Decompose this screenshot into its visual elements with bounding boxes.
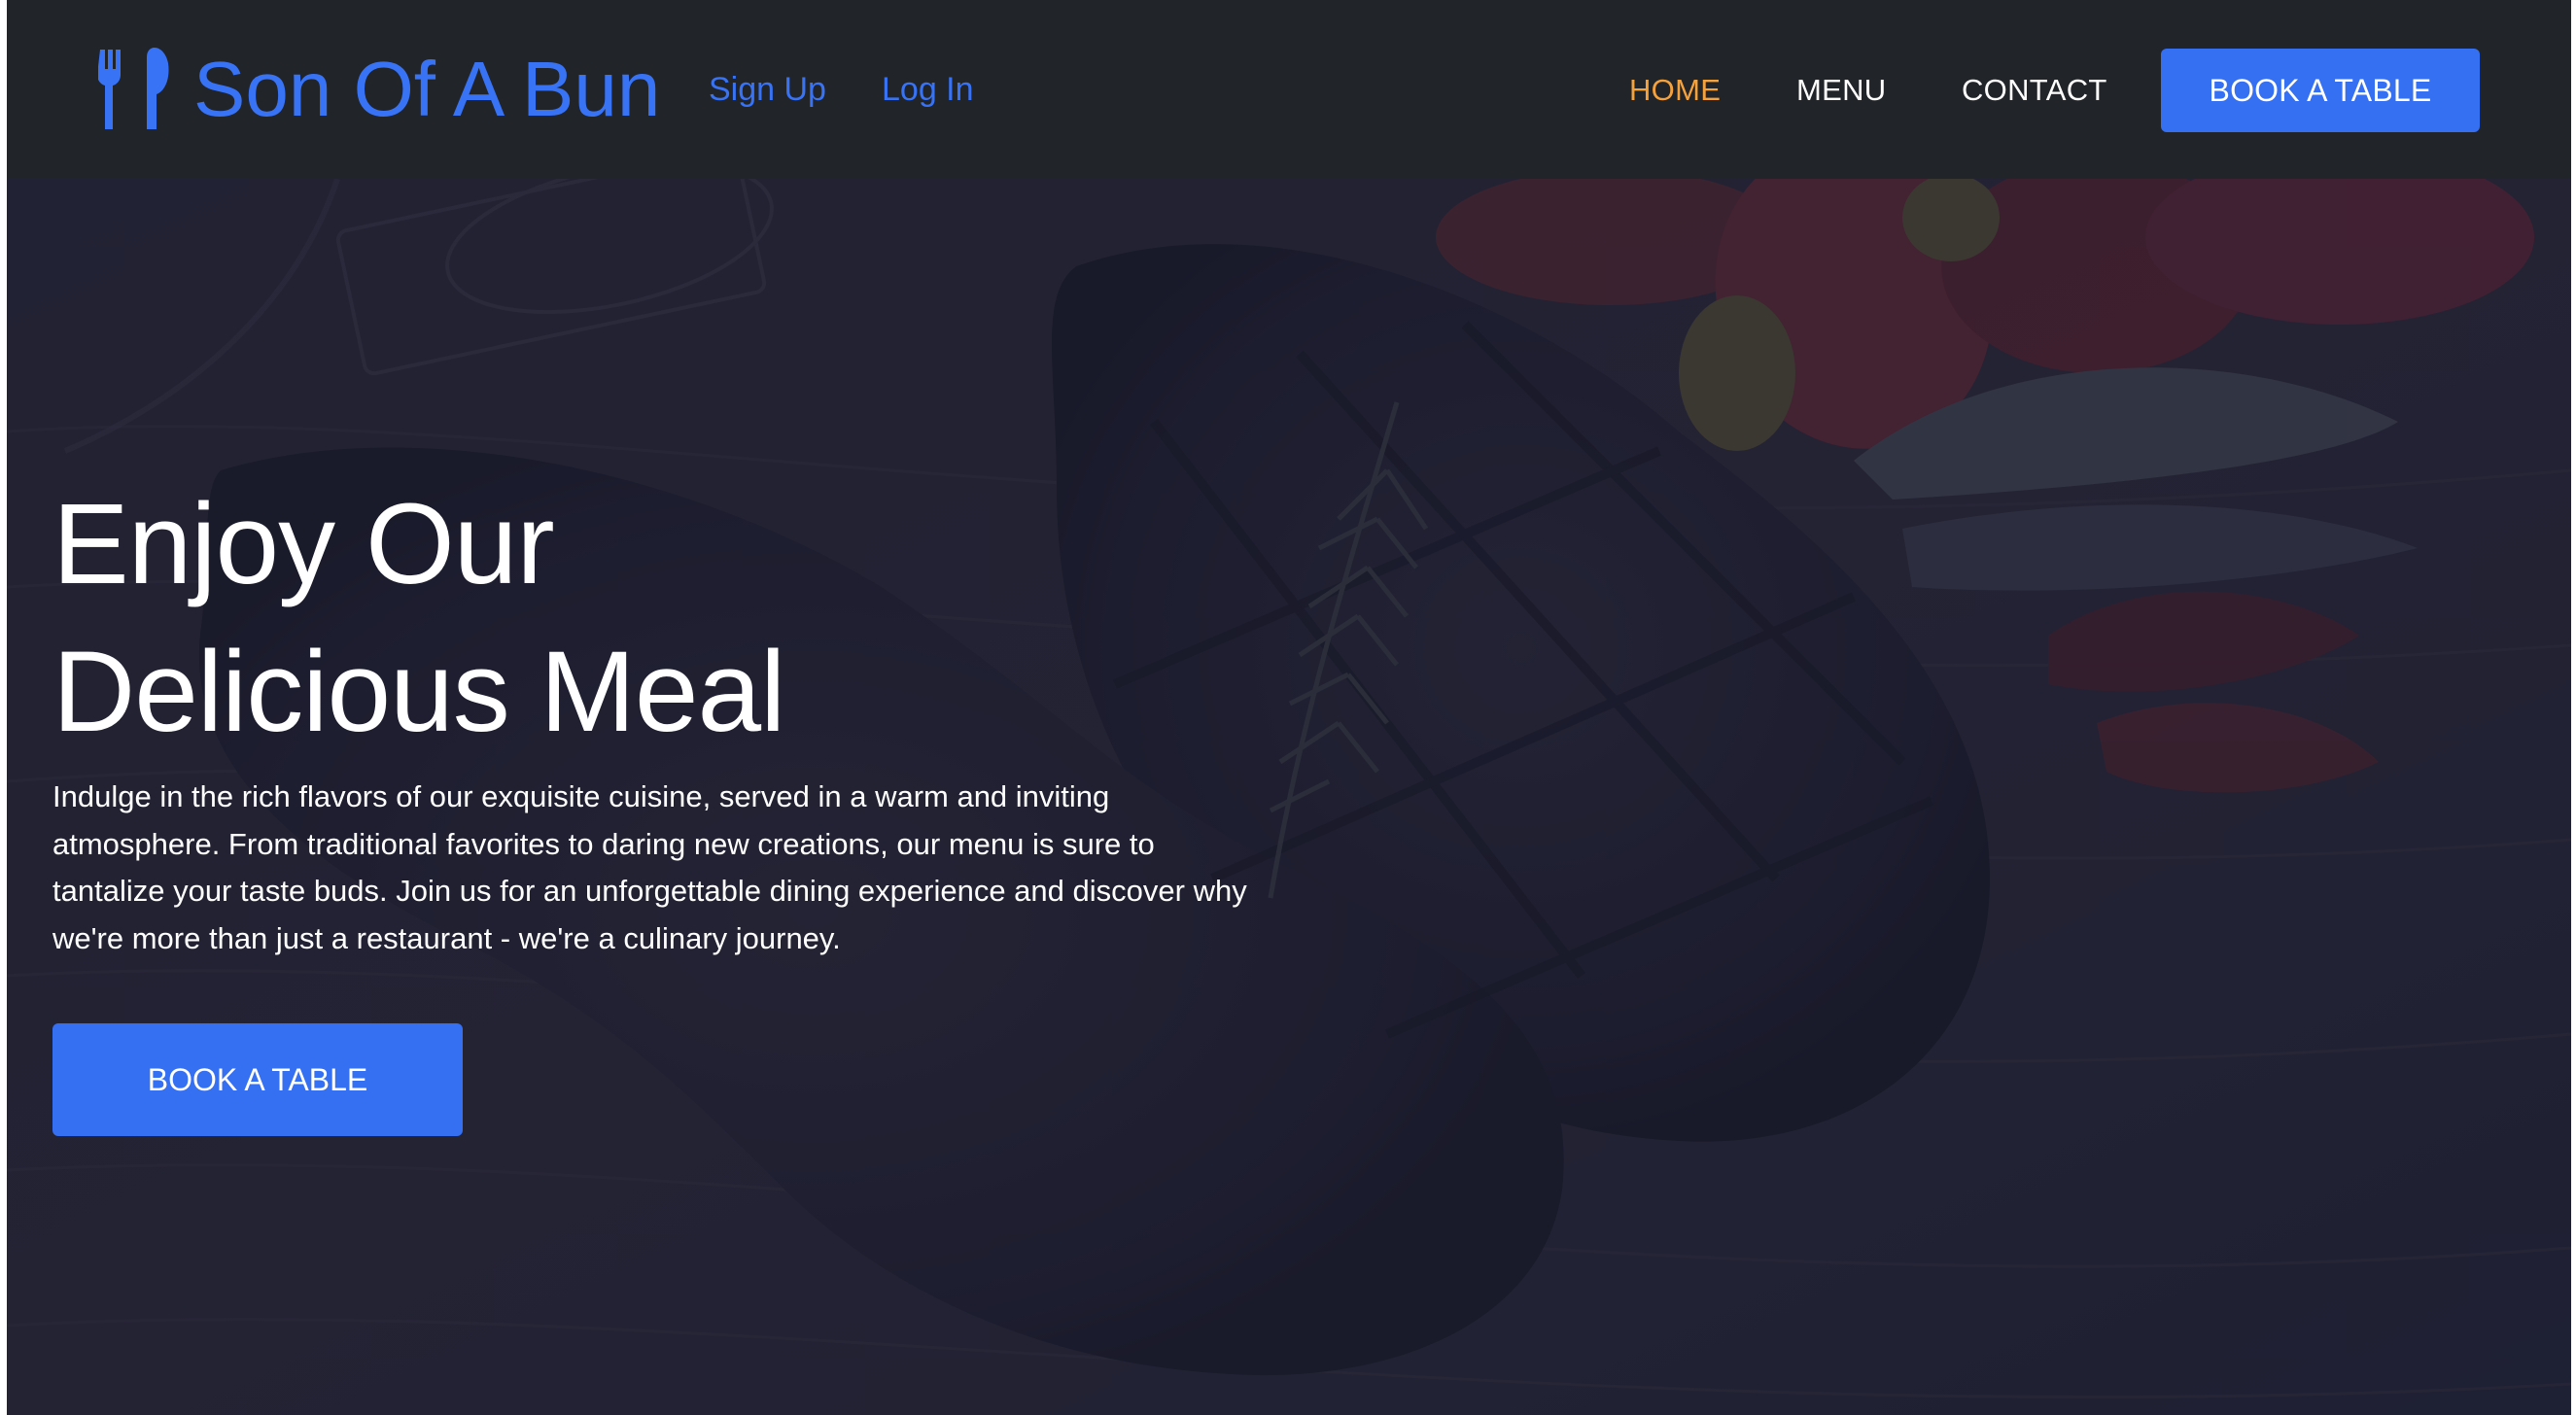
hero-title-line-2: Delicious Meal: [52, 628, 785, 756]
nav-home-link[interactable]: HOME: [1629, 70, 1721, 111]
hero-book-table-button[interactable]: BOOK A TABLE: [52, 1023, 463, 1136]
nav-menu-link[interactable]: MENU: [1796, 70, 1886, 111]
hero-description: Indulge in the rich flavors of our exqui…: [52, 779, 1247, 955]
sign-up-link[interactable]: Sign Up: [709, 68, 826, 111]
navbar: Son Of A Bun Sign Up Log In HOME MENU CO…: [7, 0, 2571, 179]
log-in-link[interactable]: Log In: [882, 68, 974, 111]
utensils-icon: [98, 48, 169, 129]
brand-name: Son Of A Bun: [193, 46, 661, 132]
hero-title-line-1: Enjoy Our: [52, 480, 555, 608]
nav-contact-link[interactable]: CONTACT: [1962, 70, 2107, 111]
brand-logo-link[interactable]: Son Of A Bun: [98, 43, 660, 136]
hero-section: Enjoy Our Delicious Meal Indulge in the …: [7, 179, 2571, 1415]
page: Son Of A Bun Sign Up Log In HOME MENU CO…: [7, 0, 2571, 1415]
hero-title: Enjoy Our Delicious Meal: [52, 470, 785, 766]
nav-book-table-button[interactable]: BOOK A TABLE: [2161, 49, 2480, 132]
